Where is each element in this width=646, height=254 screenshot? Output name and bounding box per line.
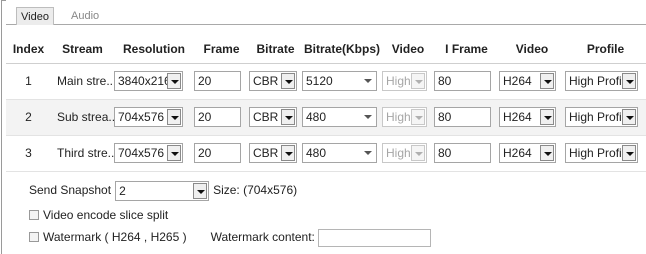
resolution-value: 704x576 — [118, 146, 165, 160]
chevron-down-icon — [540, 73, 554, 89]
header-stream: Stream — [51, 35, 114, 64]
chevron-down-icon — [167, 109, 181, 125]
bitrate-kbps-value: 480 — [306, 110, 327, 124]
header-bitrate: Bitrate — [249, 35, 302, 64]
video-codec-value: H264 — [503, 110, 532, 124]
row-index: 3 — [6, 135, 51, 172]
video-quality-select[interactable]: Highes — [382, 143, 427, 163]
resolution-select[interactable]: 704x576 — [114, 107, 183, 127]
iframe-interval-input[interactable]: 80 — [434, 71, 491, 91]
chevron-down-icon — [411, 109, 425, 125]
profile-select[interactable]: High Profile — [565, 143, 638, 163]
bitrate-type-select[interactable]: CBR — [249, 71, 297, 91]
bitrate-kbps-value: 5120 — [306, 74, 333, 88]
bitrate-type-select[interactable]: CBR — [249, 107, 297, 127]
watermark-label: Watermark ( H264 , H265 ) — [43, 230, 187, 244]
row-stream-name: Main stre... — [51, 63, 114, 100]
header-video-quality: Video — [382, 35, 434, 64]
iframe-interval-input[interactable]: 80 — [434, 107, 491, 127]
bitrate-kbps-combo[interactable]: 480 — [302, 143, 377, 163]
iframe-interval-input[interactable]: 80 — [434, 143, 491, 163]
watermark-row: Watermark ( H264 , H265 ) Watermark conte… — [29, 228, 431, 247]
chevron-down-icon — [411, 73, 425, 89]
send-snapshot-row: Send Snapshot 2 Size: (704x576) — [29, 180, 298, 201]
header-frame: Frame — [194, 35, 249, 64]
resolution-select[interactable]: 3840x2160 — [114, 71, 183, 91]
send-snapshot-label: Send Snapshot — [29, 183, 112, 197]
chevron-down-icon — [167, 73, 181, 89]
slice-split-label: Video encode slice split — [43, 208, 169, 222]
chevron-down-icon — [167, 145, 181, 161]
table-row: 1 Main stre... 3840x2160 20 CBR 5120 Hig… — [6, 63, 646, 100]
chevron-down-icon — [193, 182, 208, 199]
chevron-down-icon — [281, 109, 295, 125]
header-bitrate-kbps: Bitrate(Kbps) — [302, 35, 382, 64]
video-codec-value: H264 — [503, 74, 532, 88]
chevron-down-icon — [361, 109, 375, 125]
row-index: 2 — [6, 99, 51, 136]
chevron-down-icon — [622, 73, 636, 89]
chevron-down-icon — [281, 73, 295, 89]
video-codec-select[interactable]: H264 — [499, 71, 556, 91]
bitrate-kbps-combo[interactable]: 480 — [302, 107, 377, 127]
header-video-codec: Video — [499, 35, 565, 64]
watermark-checkbox[interactable] — [29, 231, 39, 242]
chevron-down-icon — [361, 73, 375, 89]
frame-rate-input[interactable]: 20 — [194, 71, 241, 91]
header-resolution: Resolution — [114, 35, 194, 64]
row-stream-name: Third stre... — [51, 135, 114, 172]
bitrate-type-value: CBR — [253, 146, 279, 160]
chevron-down-icon — [411, 145, 425, 161]
snapshot-size-text: Size: (704x576) — [213, 183, 298, 197]
chevron-down-icon — [622, 109, 636, 125]
bitrate-type-value: CBR — [253, 110, 279, 124]
video-codec-value: H264 — [503, 146, 532, 160]
video-codec-select[interactable]: H264 — [499, 107, 556, 127]
send-snapshot-select[interactable]: 2 — [115, 180, 210, 201]
watermark-content-input[interactable] — [317, 228, 431, 247]
tab-audio[interactable]: Audio — [66, 7, 104, 25]
header-index: Index — [6, 35, 51, 64]
chevron-down-icon — [540, 145, 554, 161]
panel-border-left — [1, 0, 2, 254]
frame-rate-input[interactable]: 20 — [194, 143, 241, 163]
panel-border-top — [1, 0, 6, 1]
table-row: 2 Sub strea... 704x576 20 CBR 480 Highes… — [6, 99, 646, 136]
watermark-content-label: Watermark content: — [210, 230, 315, 244]
send-snapshot-value: 2 — [119, 183, 126, 198]
bitrate-type-select[interactable]: CBR — [249, 143, 297, 163]
chevron-down-icon — [361, 145, 375, 161]
slice-split-row: Video encode slice split — [29, 206, 168, 224]
table-header-row: Index Stream Resolution Frame Bitrate Bi… — [6, 35, 646, 64]
chevron-down-icon — [622, 145, 636, 161]
slice-split-checkbox[interactable] — [29, 209, 39, 220]
chevron-down-icon — [281, 145, 295, 161]
frame-rate-input[interactable]: 20 — [194, 107, 241, 127]
resolution-select[interactable]: 704x576 — [114, 143, 183, 163]
chevron-down-icon — [540, 109, 554, 125]
video-quality-select[interactable]: Highes — [382, 71, 427, 91]
bitrate-type-value: CBR — [253, 74, 279, 88]
tab-video[interactable]: Video — [16, 7, 54, 25]
row-index: 1 — [6, 63, 51, 100]
header-iframe: I Frame — [434, 35, 499, 64]
video-codec-select[interactable]: H264 — [499, 143, 556, 163]
table-row: 3 Third stre... 704x576 20 CBR 480 Highe… — [6, 135, 646, 172]
profile-select[interactable]: High Profile — [565, 107, 638, 127]
resolution-value: 704x576 — [118, 110, 165, 124]
bitrate-kbps-combo[interactable]: 5120 — [302, 71, 377, 91]
bitrate-kbps-value: 480 — [306, 146, 327, 160]
stream-settings-table: Index Stream Resolution Frame Bitrate Bi… — [6, 35, 646, 172]
header-profile: Profile — [565, 35, 646, 64]
row-stream-name: Sub strea... — [51, 99, 114, 136]
video-quality-select[interactable]: Highes — [382, 107, 427, 127]
profile-select[interactable]: High Profile — [565, 71, 638, 91]
tab-bar: Video Audio — [6, 4, 646, 25]
